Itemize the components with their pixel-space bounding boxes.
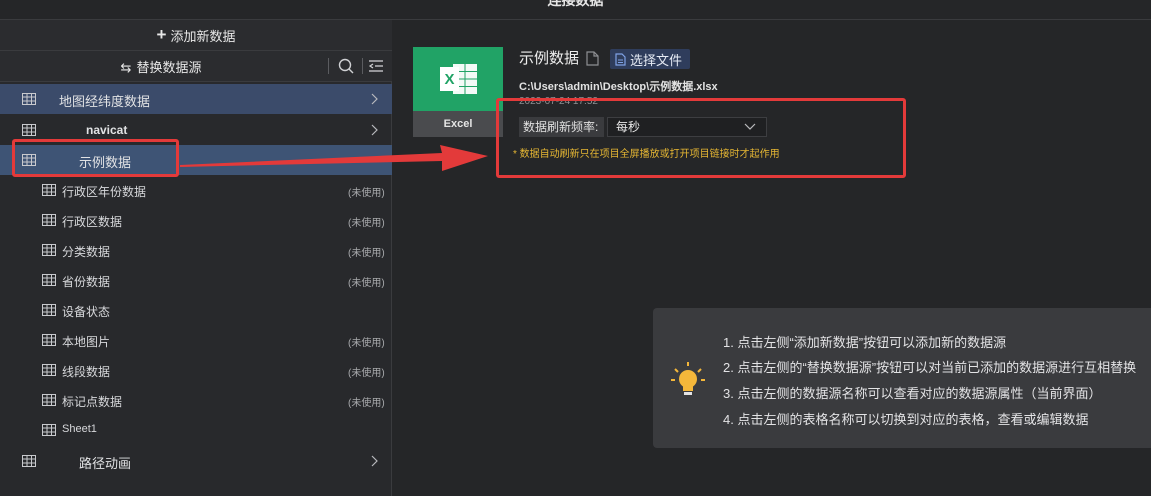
table-icon [42,244,56,256]
table-item[interactable]: 线段数据 (未使用) [0,355,392,385]
source-type-label: Excel [413,111,503,137]
usage-status: (未使用) [348,188,385,199]
file-icon [615,52,626,66]
table-icon [42,304,56,316]
excel-thumbnail: X Excel [413,47,503,137]
excel-logo-area: X [413,47,503,111]
source-label: 地图经纬度数据 [59,94,151,109]
table-icon [42,394,56,406]
usage-status: (未使用) [348,368,385,379]
table-label: 行政区年份数据 [62,185,147,199]
table-icon [22,124,36,136]
table-item[interactable]: 标记点数据 (未使用) [0,385,392,415]
table-icon [22,455,36,467]
collapse-list-icon[interactable] [368,58,384,74]
table-label: 省份数据 [62,275,111,289]
source-item[interactable]: 路径动画 [0,446,392,476]
search-icon[interactable] [338,58,354,74]
chevron-right-icon[interactable] [369,92,379,106]
table-item[interactable]: 本地图片 (未使用) [0,325,392,355]
table-label: 线段数据 [62,365,111,379]
excel-icon: X [440,64,477,94]
add-data-label: 添加新数据 [170,28,236,44]
usage-status: (未使用) [348,338,385,349]
table-label: 行政区数据 [62,215,123,229]
annotation-arrow-icon [180,145,488,171]
svg-text:X: X [444,71,454,88]
table-label: 分类数据 [62,245,111,259]
replace-source-button[interactable]: ⇆ 替换数据源 [0,57,322,76]
divider [328,58,329,74]
page-title: 连接数据 [547,0,604,8]
file-path: C:\Users\admin\Desktop\示例数据.xlsx [519,81,718,93]
top-bar: 连接数据 [0,0,1151,20]
table-icon [42,364,56,376]
tip-line: 2. 点击左侧的“替换数据源”按钮可以对当前已添加的数据源进行互相替换 [723,360,1137,375]
usage-status: (未使用) [348,248,385,259]
plus-icon: + [156,25,167,44]
chevron-right-icon[interactable] [369,123,379,137]
table-icon [22,93,36,105]
tip-line: 4. 点击左侧的表格名称可以切换到对应的表格，查看或编辑数据 [723,412,1089,427]
choose-file-label: 选择文件 [630,52,683,68]
add-data-button[interactable]: + 添加新数据 [0,20,392,51]
edit-document-icon[interactable] [586,51,599,66]
source-label: navicat [86,123,128,137]
annotation-highlight-source [12,139,179,177]
source-item[interactable]: 地图经纬度数据 [0,84,392,114]
table-icon [42,274,56,286]
annotation-highlight-detail [496,98,906,178]
table-label: Sheet1 [62,423,97,435]
usage-status: (未使用) [348,278,385,289]
table-label: 设备状态 [62,305,111,319]
table-item[interactable]: 行政区数据 (未使用) [0,205,392,235]
lightbulb-icon [671,362,705,395]
sidebar: + 添加新数据 ⇆ 替换数据源 地图经纬度数据 navicat 示例数据 行政区… [0,20,392,496]
table-label: 标记点数据 [62,395,123,409]
table-item[interactable]: 分类数据 (未使用) [0,235,392,265]
tips-panel: 1. 点击左侧“添加新数据”按钮可以添加新的数据源 2. 点击左侧的“替换数据源… [653,308,1151,448]
table-item[interactable]: 行政区年份数据 (未使用) [0,175,392,205]
source-label: 路径动画 [79,456,132,471]
table-item[interactable]: Sheet1 [0,415,392,445]
tip-line: 3. 点击左侧的数据源名称可以查看对应的数据源属性（当前界面） [723,386,1102,401]
replace-row: ⇆ 替换数据源 [0,51,392,82]
divider [362,58,363,74]
table-icon [42,184,56,196]
choose-file-button[interactable]: 选择文件 [610,49,690,69]
replace-source-label: 替换数据源 [136,59,202,75]
usage-status: (未使用) [348,218,385,229]
usage-status: (未使用) [348,398,385,409]
table-icon [42,334,56,346]
datasource-name[interactable]: 示例数据 [519,47,579,68]
chevron-right-icon[interactable] [369,454,379,468]
table-icon [42,424,56,436]
swap-icon: ⇆ [120,59,132,75]
table-label: 本地图片 [62,335,111,349]
table-item[interactable]: 设备状态 [0,295,392,325]
tip-line: 1. 点击左侧“添加新数据”按钮可以添加新的数据源 [723,335,1007,350]
table-icon [42,214,56,226]
table-item[interactable]: 省份数据 (未使用) [0,265,392,295]
